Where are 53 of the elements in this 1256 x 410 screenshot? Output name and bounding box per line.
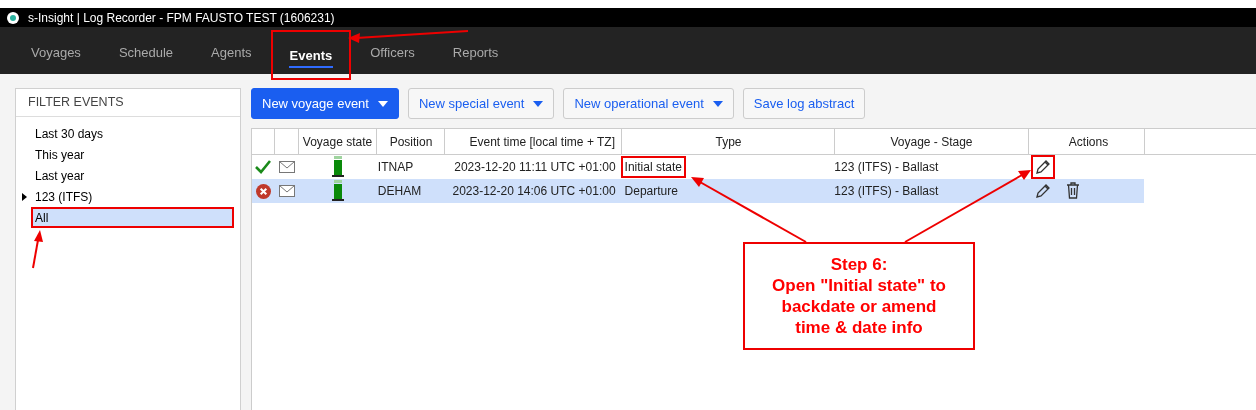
toolbar-button[interactable]: New voyage event — [251, 88, 399, 119]
table-cell-text: ITNAP — [376, 159, 415, 176]
table-cell: Initial state — [622, 158, 684, 176]
table-row[interactable]: ITNAP 2023-12-20 11:11 UTC +01:00 Initial state 123 (ITFS) - Ballast — [252, 155, 1144, 179]
filter-label: All — [35, 210, 49, 225]
filter-item[interactable]: 123 (ITFS) — [16, 186, 240, 207]
column-header: Type — [622, 129, 835, 154]
table-cell-text: 2023-12-20 11:11 UTC +01:00 — [453, 159, 617, 176]
column-header: Event time [local time + TZ] — [445, 129, 622, 154]
toolbar-button[interactable]: New special event — [407, 88, 555, 119]
filter-label: Last year — [35, 168, 85, 183]
table-row[interactable]: DEHAM 2023-12-20 14:06 UTC +01:00 Departure 123 (ITFS) - Ballast — [252, 179, 1144, 203]
table-cell-text: 123 (ITFS) - Ballast — [834, 183, 940, 200]
nav-tab[interactable]: Schedule — [99, 30, 193, 74]
toolbar-button[interactable]: Save log abstract — [742, 88, 866, 119]
filter-item[interactable]: Last 30 days — [16, 123, 240, 144]
toolbar-button[interactable]: New operational event — [563, 88, 734, 119]
caret-icon — [377, 100, 388, 107]
nav-tab[interactable]: Events — [270, 30, 352, 80]
caret-icon — [712, 100, 723, 107]
window-title: s-Insight | Log Recorder - FPM FAUSTO TEST (1606231) — [28, 10, 335, 25]
voyage-state-icon — [329, 156, 346, 178]
table-cell-text: Departure — [623, 183, 679, 200]
edit-icon[interactable] — [1032, 156, 1055, 178]
column-header: Position — [377, 129, 445, 154]
nav-tab[interactable]: Agents — [192, 30, 271, 74]
mail-icon — [278, 185, 295, 197]
mail-icon — [278, 161, 295, 173]
column-header: Voyage - Stage — [835, 129, 1029, 154]
filter-title: FILTER EVENTS — [16, 89, 240, 117]
voyage-state-icon — [329, 180, 346, 202]
callout-text: Step 6: — [830, 254, 888, 275]
filter-label: This year — [35, 147, 85, 162]
nav-tab[interactable]: Reports — [433, 30, 518, 74]
table-cell-text: DEHAM — [376, 183, 423, 200]
callout-text: time & date info — [795, 317, 923, 338]
caret-icon — [533, 100, 544, 107]
filter-item[interactable]: This year — [16, 144, 240, 165]
callout-text: backdate or amend — [781, 296, 937, 317]
column-header: Voyage state — [299, 129, 377, 154]
filter-item[interactable]: Last year — [16, 165, 240, 186]
callout-text: Open "Initial state" to — [772, 275, 946, 296]
table-cell-text: 123 (ITFS) - Ballast — [834, 159, 940, 176]
column-header: Actions — [1029, 129, 1145, 154]
table-cell-text: 2023-12-20 14:06 UTC +01:00 — [451, 183, 617, 200]
filter-label: 123 (ITFS) — [35, 189, 93, 204]
filter-label: Last 30 days — [35, 126, 104, 141]
app-logo-icon — [6, 10, 20, 25]
annotation-arrow — [32, 230, 43, 269]
filter-item[interactable]: All — [31, 207, 234, 228]
nav-tab[interactable]: Officers — [351, 30, 434, 74]
nav-tab[interactable]: Voyages — [12, 30, 100, 74]
expander-icon[interactable] — [22, 193, 28, 201]
